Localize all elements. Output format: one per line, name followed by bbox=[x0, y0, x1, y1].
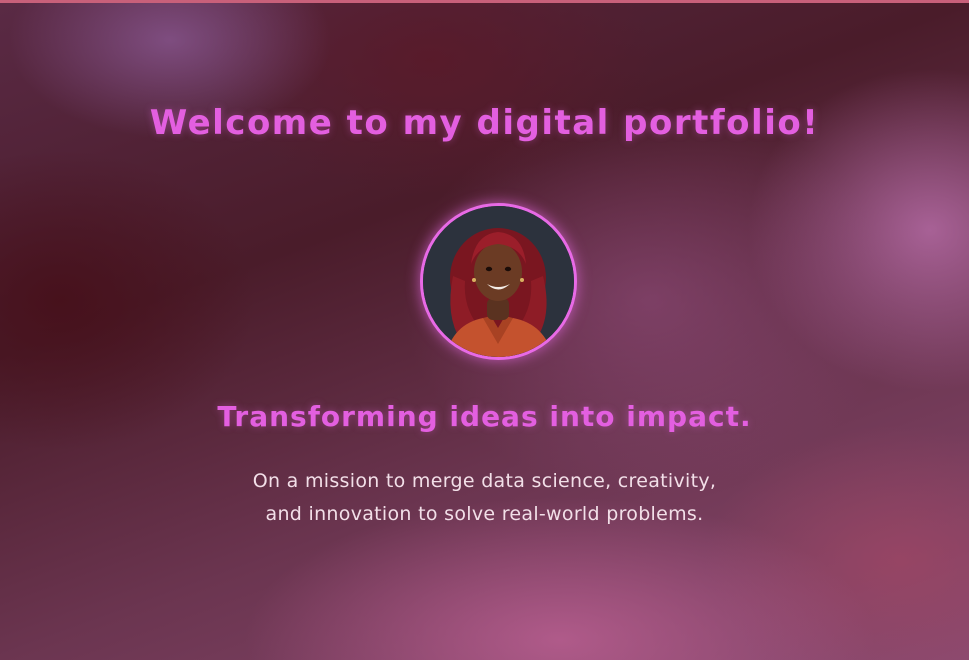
hero-section: Welcome to my digital portfolio! Transfo… bbox=[0, 0, 969, 660]
mission-line-2: and innovation to solve real-world probl… bbox=[265, 503, 704, 525]
mission-statement: On a mission to merge data science, crea… bbox=[0, 465, 969, 531]
profile-photo bbox=[423, 206, 574, 357]
mission-line-1: On a mission to merge data science, crea… bbox=[252, 470, 717, 492]
welcome-title: Welcome to my digital portfolio! bbox=[149, 103, 820, 143]
profile-avatar bbox=[420, 203, 577, 360]
tagline: Transforming ideas into impact. bbox=[217, 400, 752, 433]
